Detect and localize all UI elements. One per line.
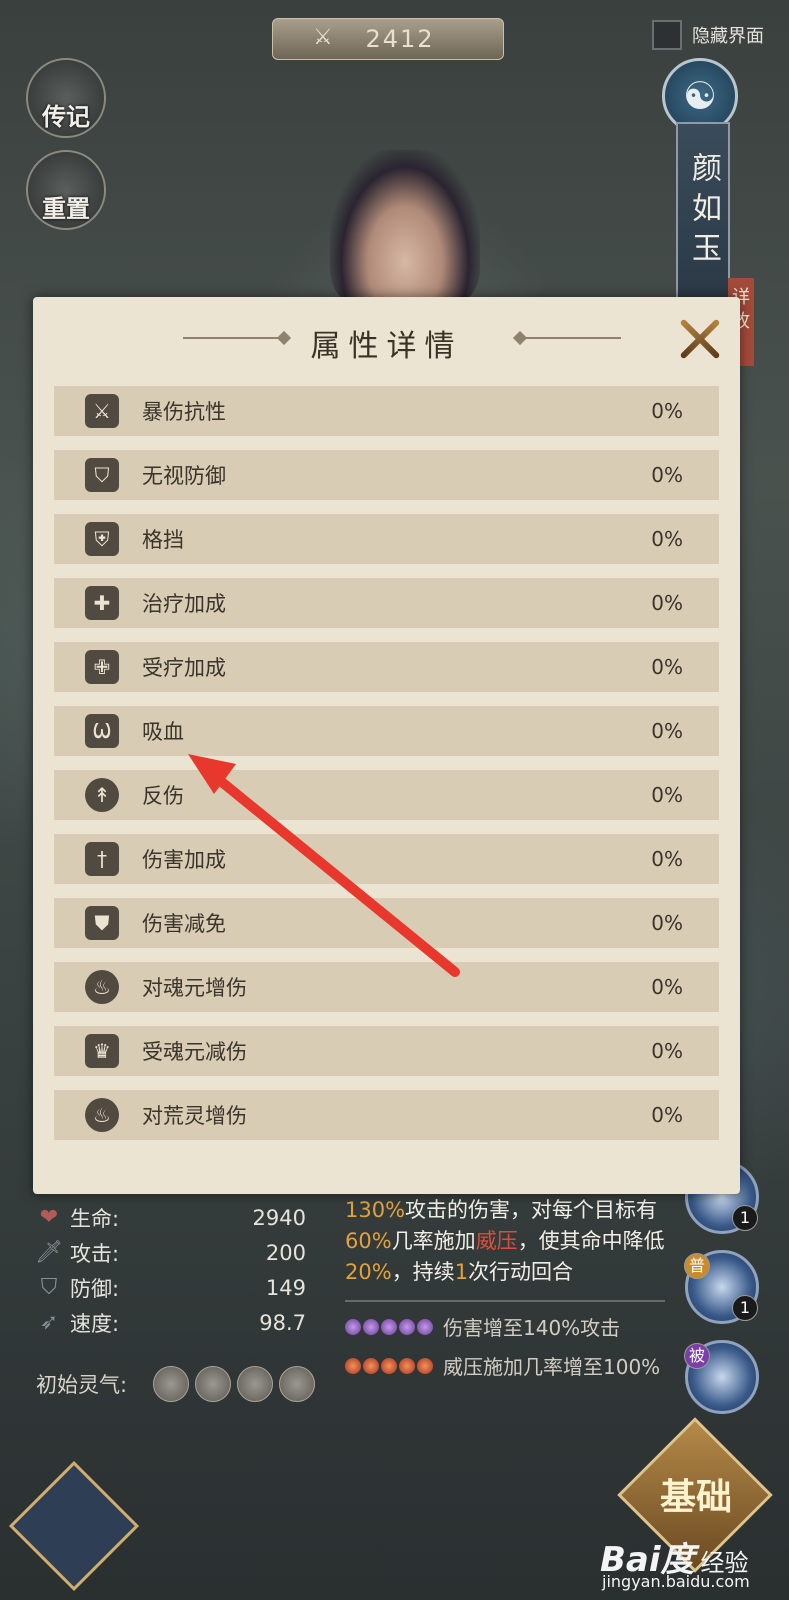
annotation-arrow xyxy=(188,754,460,977)
